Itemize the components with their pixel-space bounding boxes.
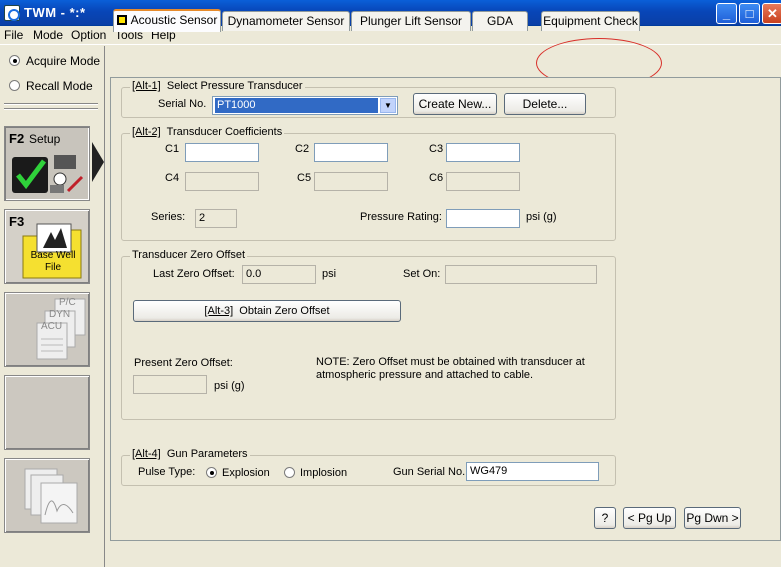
acquire-mode-radio[interactable] <box>9 55 20 66</box>
tab-plunger-lift-sensor[interactable]: Plunger Lift Sensor <box>351 11 471 31</box>
left-panel: Acquire Mode Recall Mode F2 Setup F3 Bas… <box>0 46 105 567</box>
set-on-label: Set On: <box>403 268 441 280</box>
setup-icon <box>12 155 84 193</box>
pressure-rating-unit: psi (g) <box>526 211 557 223</box>
f2-setup-button[interactable]: F2 Setup <box>4 126 90 201</box>
c6-input <box>446 172 520 191</box>
app-icon <box>4 5 20 21</box>
series-value: 2 <box>195 209 237 228</box>
tab-dynamometer-sensor[interactable]: Dynamometer Sensor <box>222 11 350 31</box>
last-zero-offset-label: Last Zero Offset: <box>153 268 235 280</box>
pulse-type-label: Pulse Type: <box>138 466 196 478</box>
reports-button <box>4 458 90 533</box>
implosion-label[interactable]: Implosion <box>300 467 347 479</box>
pressure-rating-label: Pressure Rating: <box>360 211 442 223</box>
recall-mode-radio[interactable] <box>9 80 20 91</box>
c2-input[interactable] <box>314 143 388 162</box>
divider <box>4 103 98 105</box>
acu-label: ACU <box>41 321 63 332</box>
gun-serial-label: Gun Serial No. <box>393 466 466 478</box>
tab-acoustic-sensor-label: Acoustic Sensor <box>130 13 218 27</box>
tab-gda[interactable]: GDA <box>472 11 528 31</box>
c3-input[interactable] <box>446 143 520 162</box>
divider <box>4 108 98 110</box>
present-zero-offset-unit: psi (g) <box>214 380 245 392</box>
serial-no-dropdown[interactable]: PT1000 ▼ <box>212 96 398 115</box>
close-button[interactable]: ✕ <box>762 3 781 24</box>
c1-label: C1 <box>165 143 180 155</box>
explosion-radio[interactable] <box>206 467 217 478</box>
tab-equipment-check[interactable]: Equipment Check <box>541 11 640 31</box>
f3-label: Base Well File <box>30 250 76 273</box>
present-zero-offset-label: Present Zero Offset: <box>134 357 233 369</box>
c1-input[interactable] <box>185 143 259 162</box>
last-zero-offset-value: 0.0 <box>242 265 316 284</box>
c2-label: C2 <box>295 143 310 155</box>
obtain-zero-offset-button[interactable]: [Alt-3] Obtain Zero Offset <box>133 300 401 322</box>
implosion-radio[interactable] <box>284 467 295 478</box>
pressure-rating-input[interactable] <box>446 209 520 228</box>
serial-no-value: PT1000 <box>215 98 378 113</box>
coefficients-legend: [Alt-2] Transducer Coefficients <box>130 126 285 138</box>
dyn-label: DYN <box>49 309 71 320</box>
minimize-button[interactable]: _ <box>716 3 737 24</box>
menu-mode[interactable]: Mode <box>33 28 63 42</box>
pc-dyn-acu-button: P/C DYN ACU <box>4 292 90 367</box>
menu-option[interactable]: Option <box>71 28 106 42</box>
f2-key: F2 <box>9 131 25 146</box>
reports-icon <box>24 468 78 524</box>
empty-nav-button <box>4 375 90 450</box>
c5-input <box>314 172 388 191</box>
zero-offset-legend: Transducer Zero Offset <box>130 249 248 261</box>
tab-acoustic-sensor[interactable]: Acoustic Sensor <box>113 9 221 32</box>
zero-offset-note: NOTE: Zero Offset must be obtained with … <box>316 356 585 381</box>
pc-label: P/C <box>59 297 76 308</box>
gun-serial-input[interactable]: WG479 <box>466 462 599 481</box>
last-zero-offset-unit: psi <box>322 268 337 280</box>
acquire-mode-label[interactable]: Acquire Mode <box>26 54 100 68</box>
delete-button[interactable]: Delete... <box>504 93 586 115</box>
explosion-label[interactable]: Explosion <box>222 467 270 479</box>
page-up-button[interactable]: < Pg Up <box>623 507 676 529</box>
gun-parameters-legend: [Alt-4] Gun Parameters <box>130 448 250 460</box>
c3-label: C3 <box>429 143 444 155</box>
menu-file[interactable]: File <box>4 28 23 42</box>
maximize-button[interactable]: □ <box>739 3 760 24</box>
active-arrow-icon <box>92 142 104 182</box>
c5-label: C5 <box>297 172 312 184</box>
recall-mode-label[interactable]: Recall Mode <box>26 79 93 93</box>
series-label: Series: <box>151 211 186 223</box>
present-zero-offset-value <box>133 375 207 394</box>
c6-label: C6 <box>429 172 444 184</box>
window-title: TWM - *:* <box>24 5 86 20</box>
sensor-indicator-icon <box>116 15 127 25</box>
c4-label: C4 <box>165 172 180 184</box>
chevron-down-icon[interactable]: ▼ <box>380 98 396 113</box>
help-button[interactable]: ? <box>594 507 616 529</box>
c4-input <box>185 172 259 191</box>
f3-base-well-file-button[interactable]: F3 Base Well File <box>4 209 90 284</box>
serial-no-label: Serial No. <box>158 98 207 110</box>
set-on-value <box>445 265 597 284</box>
transducer-legend: [Alt-1] Select Pressure Transducer <box>130 80 305 92</box>
page-down-button[interactable]: Pg Dwn > <box>684 507 741 529</box>
f2-label: Setup <box>29 132 61 146</box>
create-new-button[interactable]: Create New... <box>413 93 497 115</box>
